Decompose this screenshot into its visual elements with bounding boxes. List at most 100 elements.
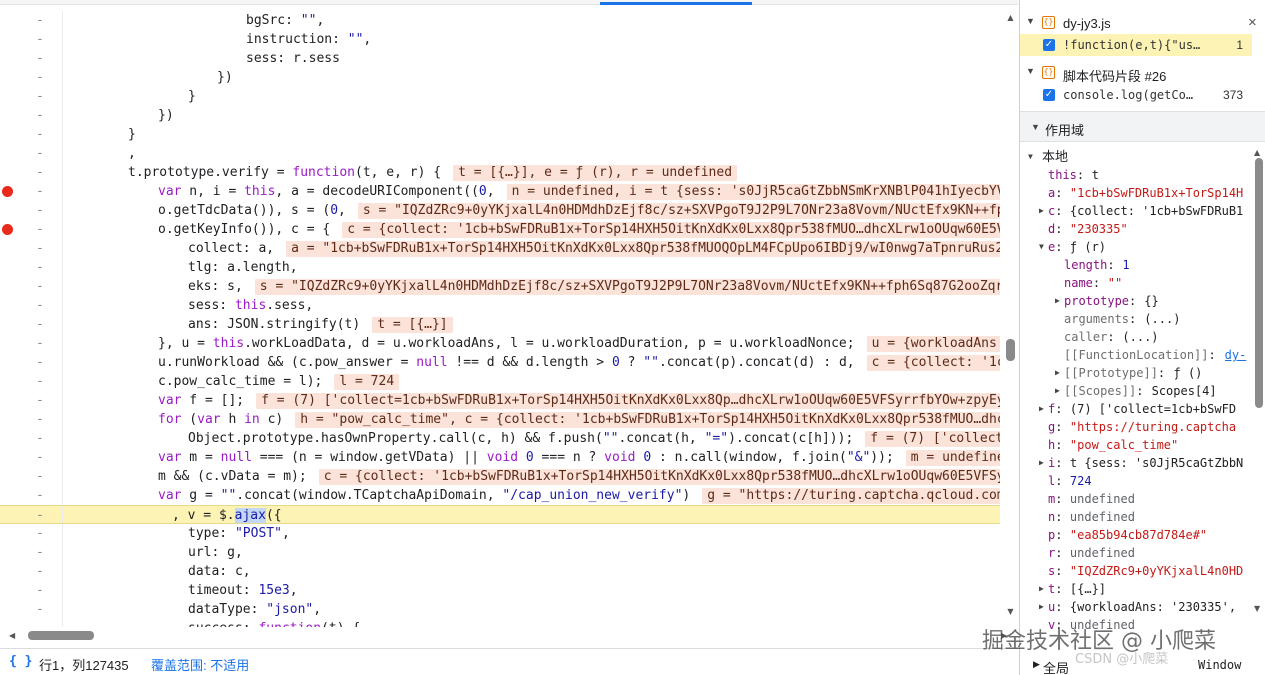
inline-variable-value[interactable]: t = [{…}], e = ƒ (r), r = undefined xyxy=(453,165,738,181)
code-line[interactable]: - t.prototype.verify = function(t, e, r) … xyxy=(0,163,1000,182)
expand-triangle-icon[interactable]: ▶ xyxy=(1033,659,1040,670)
code-line[interactable]: - m && (c.vData = m); c = {collect: '1cb+b… xyxy=(0,467,1000,486)
scope-variable-row[interactable]: [[FunctionLocation]]: dy- xyxy=(1020,346,1251,364)
code-line[interactable]: -} xyxy=(0,125,1000,144)
code-line[interactable]: - dataType: "json", xyxy=(0,600,1000,619)
line-number[interactable]: - xyxy=(36,410,46,429)
inline-variable-value[interactable]: f = (7) ['collect=1cb+bSwFDRuB1x+TorSp14… xyxy=(256,393,1000,409)
code-line[interactable]: - var f = []; f = (7) ['collect=1cb+bSwFDR… xyxy=(0,391,1000,410)
scroll-thumb-horizontal[interactable] xyxy=(28,631,94,640)
line-number[interactable]: - xyxy=(36,581,46,600)
scope-variable-row[interactable]: r: undefined xyxy=(1020,544,1251,562)
collapse-triangle-icon[interactable]: ▼ xyxy=(1026,66,1035,76)
code-line[interactable]: - c.pow_calc_time = l); l = 724 xyxy=(0,372,1000,391)
line-number[interactable]: - xyxy=(36,11,46,30)
inline-variable-value[interactable]: l = 724 xyxy=(334,374,400,390)
editor-horizontal-scrollbar[interactable]: ◀ ▶ xyxy=(0,627,1018,644)
expand-triangle-icon[interactable]: ▶ xyxy=(1039,580,1044,598)
inline-variable-value[interactable]: f = (7) ['collect=1cb+bSwFD xyxy=(865,431,1000,447)
scroll-up-arrow-icon[interactable]: ▲ xyxy=(1005,13,1016,23)
scope-variable-row[interactable]: d: "230335" xyxy=(1020,220,1251,238)
expand-triangle-icon[interactable]: ▼ xyxy=(1039,238,1044,256)
line-number[interactable]: - xyxy=(36,49,46,68)
line-number[interactable]: - xyxy=(36,600,46,619)
scope-variable-row[interactable]: length: 1 xyxy=(1020,256,1251,274)
code-line[interactable]: - sess: this.sess, xyxy=(0,296,1000,315)
scope-variable-row[interactable]: ▶ u: {workloadAns: '230335', xyxy=(1020,598,1251,616)
scope-tree[interactable]: ▼ 本地 this: t a: "1cb+bSwFDRuB1x+TorSp14H ▶… xyxy=(1020,148,1251,648)
scope-variable-row[interactable]: ▶ f: (7) ['collect=1cb+bSwFD xyxy=(1020,400,1251,418)
breakpoint-file-header[interactable]: ▼ {} 脚本代码片段 #26 xyxy=(1020,62,1265,84)
scope-variable-row[interactable]: g: "https://turing.captcha xyxy=(1020,418,1251,436)
code-line[interactable]: -}) xyxy=(0,106,1000,125)
scope-variable-row[interactable]: l: 724 xyxy=(1020,472,1251,490)
expand-triangle-icon[interactable]: ▶ xyxy=(1039,598,1044,616)
inline-variable-value[interactable]: c = {collect: '1cb+bSwFDRuB1x+TorSp14HXH… xyxy=(342,222,1000,238)
line-number[interactable]: - xyxy=(36,334,46,353)
expand-triangle-icon[interactable]: ▶ xyxy=(1055,382,1060,400)
line-number[interactable]: - xyxy=(36,277,46,296)
code-line[interactable]: - u.runWorkload && (c.pow_answer = null !… xyxy=(0,353,1000,372)
line-number[interactable]: - xyxy=(36,201,46,220)
inline-variable-value[interactable]: a = "1cb+bSwFDRuB1x+TorSp14HXH5OitKnXdKx… xyxy=(286,241,1000,257)
code-line[interactable]: - o.getKeyInfo()), c = {c = {collect: '1c… xyxy=(0,220,1000,239)
code-line[interactable]: - var g = "".concat(window.TCaptchaApiDom… xyxy=(0,486,1000,505)
expand-triangle-icon[interactable]: ▶ xyxy=(1039,202,1044,220)
scope-variable-row[interactable]: h: "pow_calc_time" xyxy=(1020,436,1251,454)
inline-variable-value[interactable]: m = undefined, n = undefin xyxy=(905,450,1000,466)
scope-variable-row[interactable]: ▶ t: [{…}] xyxy=(1020,580,1251,598)
breakpoint-checkbox[interactable]: ✓ xyxy=(1043,89,1055,101)
line-number[interactable]: - xyxy=(36,220,46,239)
scope-variable-row[interactable]: ▶ [[Prototype]]: ƒ () xyxy=(1020,364,1251,382)
scope-variable-row[interactable]: name: "" xyxy=(1020,274,1251,292)
line-number[interactable]: - xyxy=(36,372,46,391)
scope-variable-row[interactable]: ▶ [[Scopes]]: Scopes[4] xyxy=(1020,382,1251,400)
coverage-link[interactable]: 覆盖范围: 不适用 xyxy=(151,655,249,674)
line-number[interactable]: - xyxy=(36,30,46,49)
expand-triangle-icon[interactable]: ▶ xyxy=(1039,400,1044,418)
pretty-print-button[interactable]: { } xyxy=(9,654,32,669)
scope-variable-row[interactable]: ▶ prototype: {} xyxy=(1020,292,1251,310)
code-line[interactable]: - ans: JSON.stringify(t) t = [{…}] xyxy=(0,315,1000,334)
expand-triangle-icon[interactable]: ▶ xyxy=(1039,454,1044,472)
inline-variable-value[interactable]: h = "pow_calc_time", c = {collect: '1cb+… xyxy=(295,412,1000,428)
line-number[interactable]: - xyxy=(36,448,46,467)
expand-triangle-icon[interactable]: ▶ xyxy=(1055,292,1060,310)
inline-variable-value[interactable]: c = {collect: '1cb+bSwFD xyxy=(866,355,1000,371)
code-line[interactable]: - eks: s, s = "IQZdZRc9+0yYKjxalL4n0HDMdhD… xyxy=(0,277,1000,296)
scope-variable-row[interactable]: ▶ i: t {sess: 's0JjR5caGtZbbN xyxy=(1020,454,1251,472)
code-line[interactable]: - timeout: 15e3, xyxy=(0,581,1000,600)
line-number[interactable]: - xyxy=(36,87,46,106)
code-line[interactable]: - , v = $.ajax({ xyxy=(0,505,1000,524)
line-number[interactable]: - xyxy=(36,68,46,87)
scope-variable-row[interactable]: arguments: (...) xyxy=(1020,310,1251,328)
editor-vertical-scrollbar[interactable]: ▲ ▼ xyxy=(1003,11,1018,627)
inline-variable-value[interactable]: u = {workloadAns: '230335' xyxy=(866,336,1000,352)
breakpoint-entry[interactable]: ✓ console.log(getCo… 373 xyxy=(1020,84,1252,106)
code-line[interactable]: - var n, i = this, a = decodeURIComponent… xyxy=(0,182,1000,201)
line-number[interactable]: - xyxy=(36,125,46,144)
inline-variable-value[interactable]: c = {collect: '1cb+bSwFDRuB1x+TorSp14HXH… xyxy=(318,469,1000,485)
scroll-left-arrow-icon[interactable]: ◀ xyxy=(9,631,15,640)
code-line[interactable]: - var m = null === (n = window.getVData) … xyxy=(0,448,1000,467)
code-line[interactable]: - type: "POST", xyxy=(0,524,1000,543)
code-line[interactable]: - for (var h in c) h = "pow_calc_time", c … xyxy=(0,410,1000,429)
line-number[interactable]: - xyxy=(36,506,46,525)
breakpoint-file-header[interactable]: ▼ {} dy-jy3.js xyxy=(1020,12,1265,34)
scope-variable-row[interactable]: ▼ e: ƒ (r) xyxy=(1020,238,1251,256)
code-line[interactable]: - bgSrc: "", xyxy=(0,11,1000,30)
breakpoint-marker-icon[interactable] xyxy=(2,224,13,235)
scope-variable-row[interactable]: ▶ c: {collect: '1cb+bSwFDRuB1 xyxy=(1020,202,1251,220)
line-number[interactable]: - xyxy=(36,163,46,182)
code-line[interactable]: - url: g, xyxy=(0,543,1000,562)
scope-section-header[interactable]: ▼ 作用域 xyxy=(1020,111,1265,142)
line-number[interactable]: - xyxy=(36,106,46,125)
code-lines[interactable]: - bgSrc: "", - instruction: "", - sess: r.ses… xyxy=(0,11,1000,627)
scroll-thumb[interactable] xyxy=(1006,339,1015,361)
file-tab-strip[interactable] xyxy=(0,0,1018,5)
inline-variable-value[interactable]: g = "https://turing.captcha.qcloud.com/c… xyxy=(702,488,1000,504)
line-number[interactable]: - xyxy=(36,543,46,562)
sidebar-scrollbar[interactable]: ▲ ▼ xyxy=(1251,148,1265,648)
line-number[interactable]: - xyxy=(36,258,46,277)
line-number[interactable]: - xyxy=(36,353,46,372)
